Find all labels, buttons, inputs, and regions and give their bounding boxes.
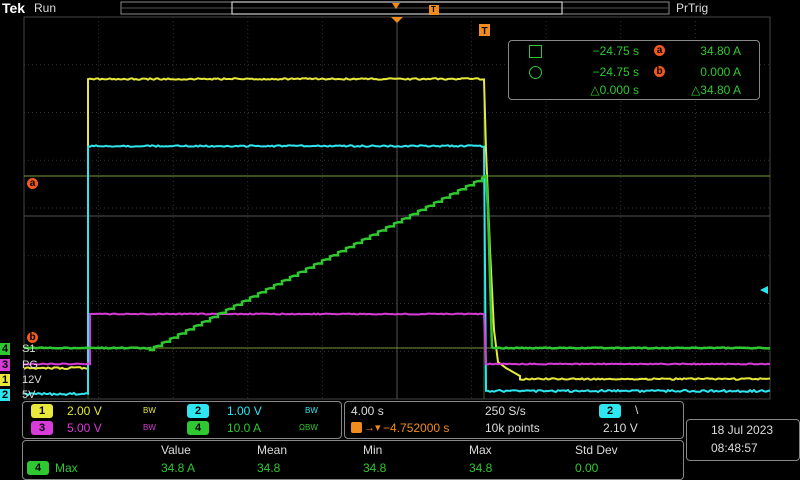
ch3-bw-icon: BW [143,423,156,432]
meas-stddev: 0.00 [575,461,598,475]
ch1-scale: 2.00 V [67,404,102,418]
meas-value: 34.8 A [161,461,195,475]
trigger-offset-icon [351,422,362,433]
square-cursor-icon [529,45,542,58]
ch2-bw-icon: BW [305,406,318,415]
cursor-b-value: 0.000 A [679,65,741,79]
trigger-offset-arrow-icon: →▾ [364,421,381,434]
cursor1-time: −24.75 s [569,44,639,58]
meas-header-value: Value [161,443,191,457]
cursor-a-value: 34.80 A [679,44,741,58]
time: 08:48:57 [711,441,758,455]
ch2-button[interactable]: 2 [187,404,209,418]
meas-max: 34.8 [469,461,492,475]
meas-header-max: Max [469,443,492,457]
cursor2-time: −24.75 s [569,65,639,79]
cursor-b-badge[interactable]: b [27,332,38,343]
ch1-bw-icon: BW [143,406,156,415]
meas-min: 34.8 [363,461,386,475]
timebase: 4.00 s [351,404,384,418]
trigger-offset: −4.752000 s [383,421,449,435]
delta-value: △34.80 A [669,83,741,97]
circle-cursor-icon [529,66,542,79]
trigger-slope-icon: \ [635,403,638,417]
ch2-scale: 1.00 V [227,404,262,418]
ch4-scale: 10.0 A [227,421,261,435]
meas-name: Max [55,461,78,475]
svg-text:T: T [481,26,487,37]
meas-mean: 34.8 [257,461,280,475]
meas-header-mean: Mean [257,443,287,457]
meas-header-min: Min [363,443,382,457]
cursor-a-badge[interactable]: a [27,178,38,189]
channel-settings-panel[interactable]: 1 2.00 V BW 2 1.00 V BW 3 5.00 V BW 4 10… [22,401,342,439]
cursor-readout-panel: −24.75 s a 34.80 A −24.75 s b 0.000 A △0… [508,40,760,100]
date: 18 Jul 2023 [711,423,773,437]
ch3-button[interactable]: 3 [31,421,53,435]
ch4-button[interactable]: 4 [187,421,209,435]
measurements-panel[interactable]: Value Mean Min Max Std Dev 4 Max 34.8 A … [22,440,684,480]
ch3-scale: 5.00 V [67,421,102,435]
trigger-level-marker [760,286,768,294]
record-length: 10k points [485,421,540,435]
trigger-source-button[interactable]: 2 [599,404,621,418]
sample-rate: 250 S/s [485,404,526,418]
ch4-bw-icon: ΩBW [299,423,318,432]
meas-channel-badge[interactable]: 4 [27,461,49,475]
cursor-b-readout-badge: b [654,66,665,77]
trigger-time-marker [391,17,403,23]
delta-time: △0.000 s [569,83,639,97]
cursor-a-readout-badge: a [654,45,665,56]
ch1-button[interactable]: 1 [31,404,53,418]
trigger-level: 2.10 V [603,421,638,435]
horizontal-trigger-panel[interactable]: 4.00 s 250 S/s 2 \ →▾ −4.752000 s 10k po… [344,401,684,439]
meas-header-stddev: Std Dev [575,443,618,457]
datetime-panel: 18 Jul 2023 08:48:57 [686,419,800,461]
